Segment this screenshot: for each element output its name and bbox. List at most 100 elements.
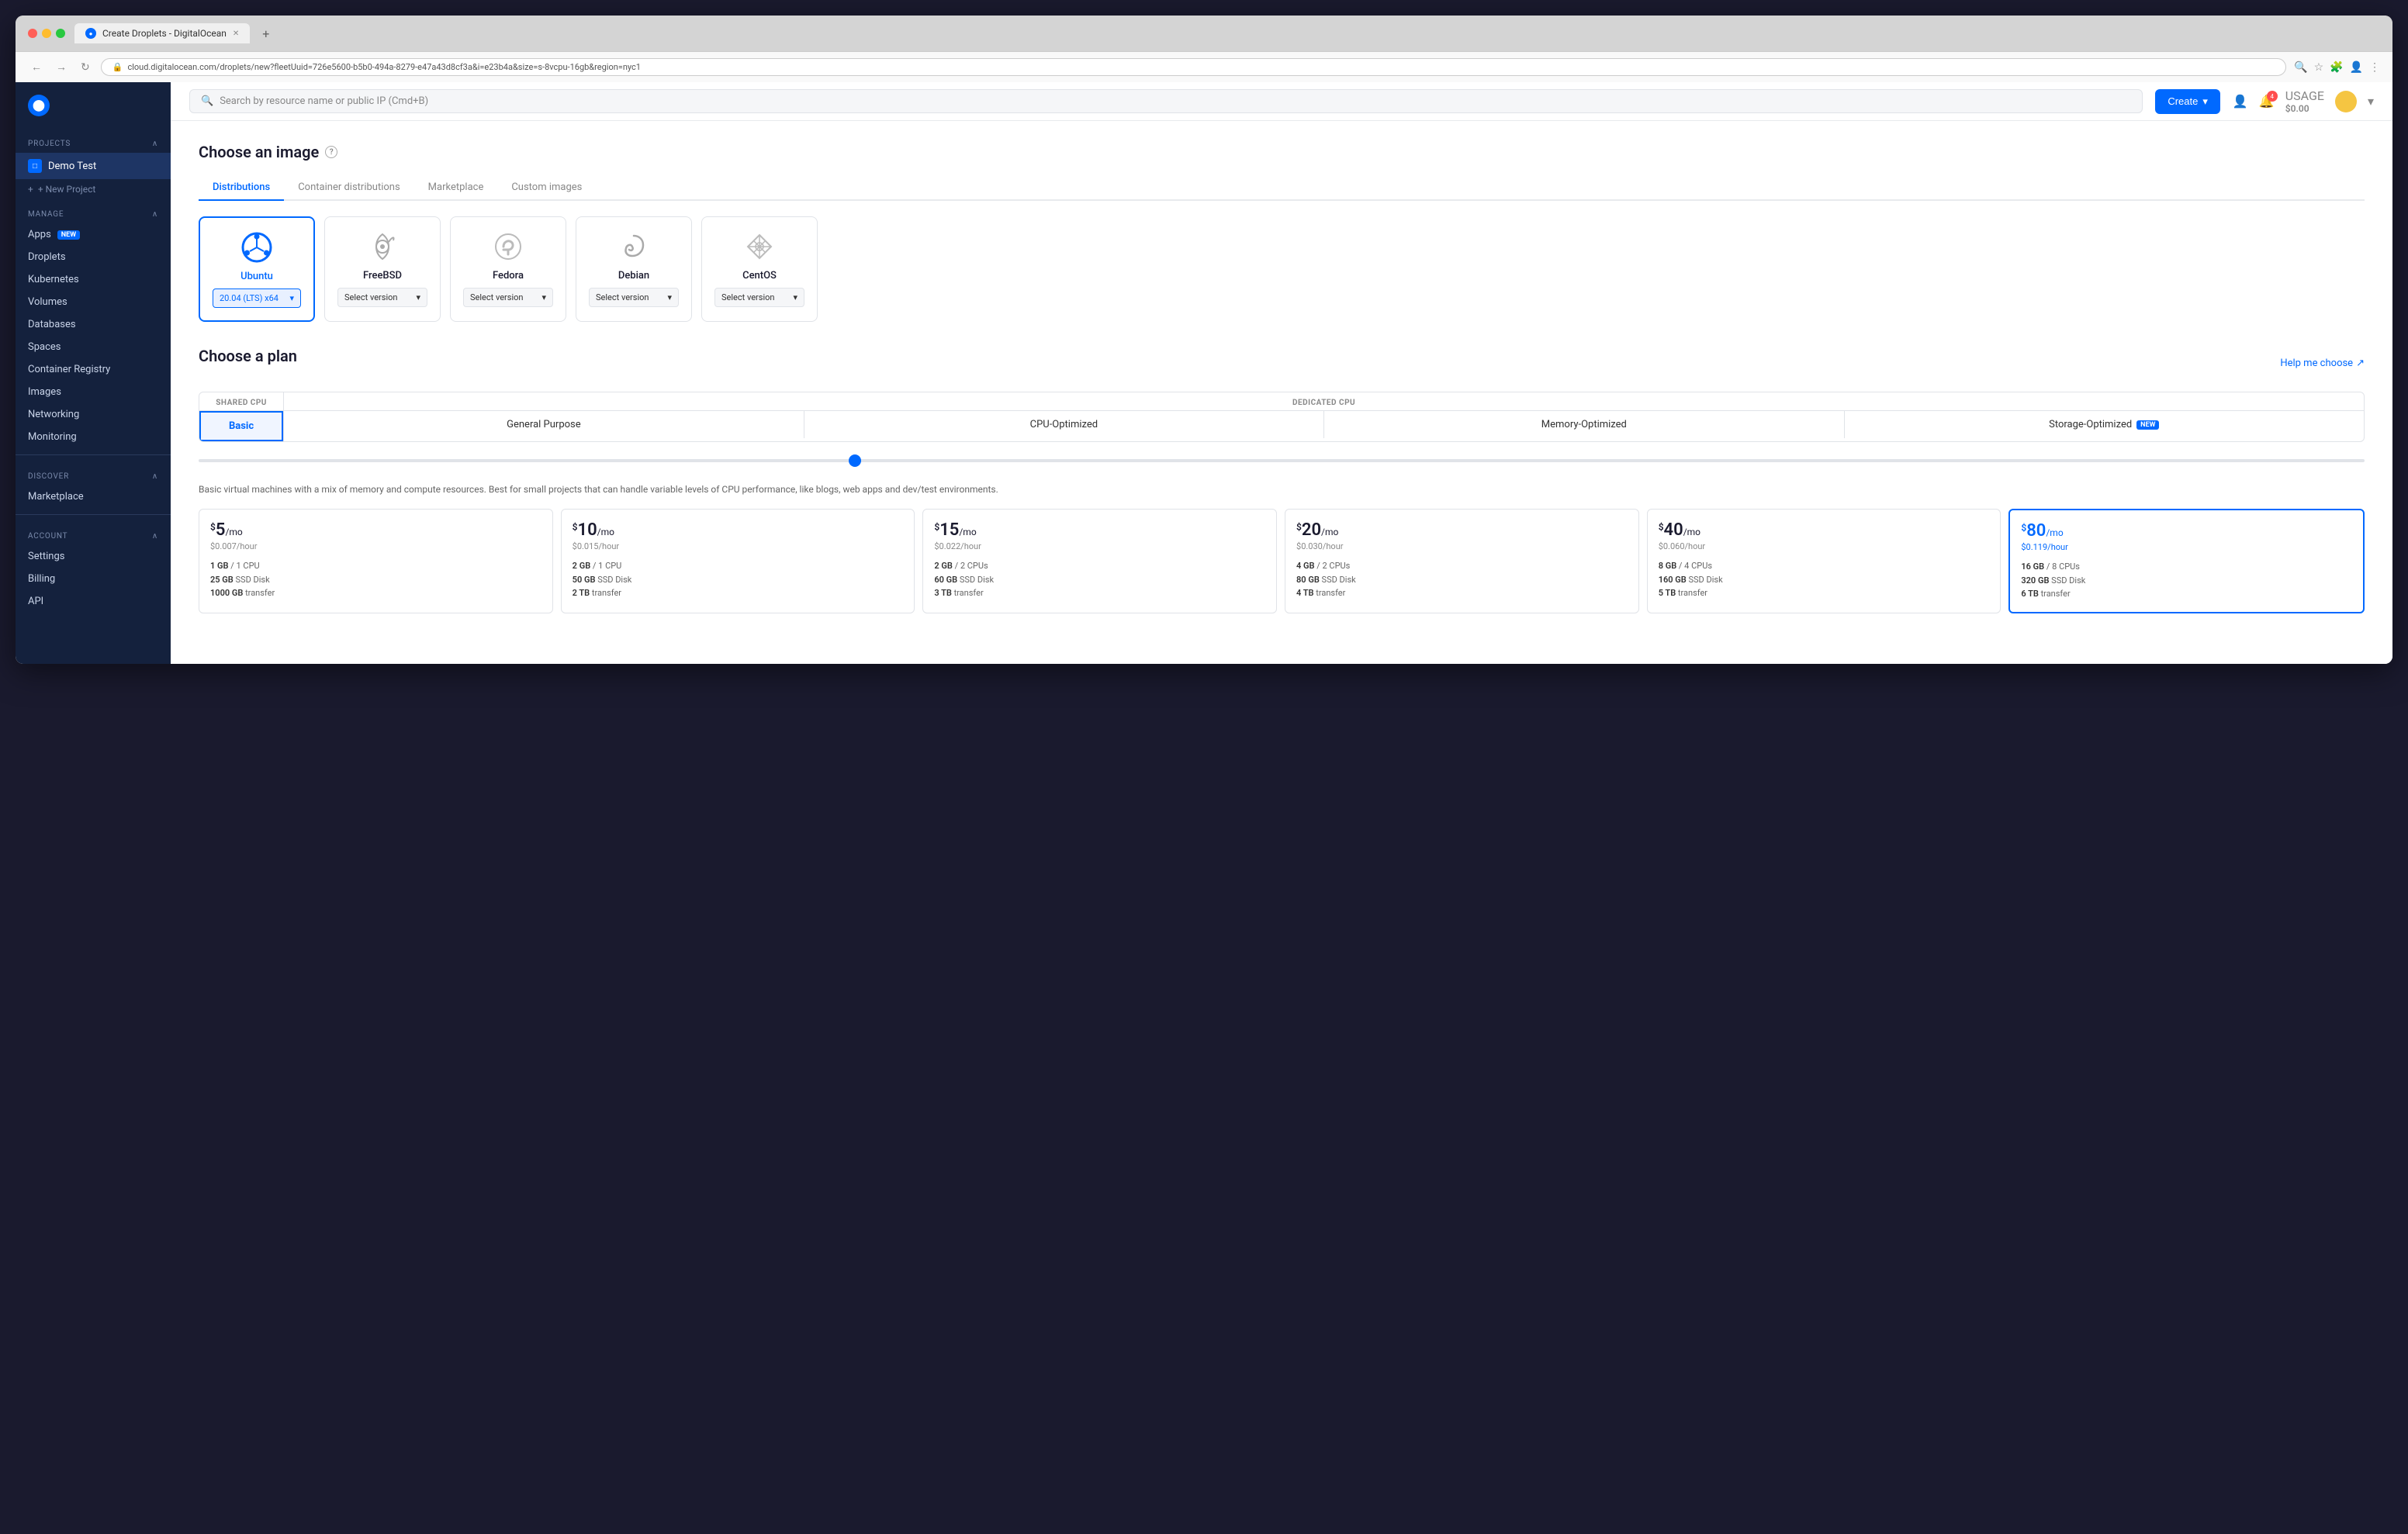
extensions-icon[interactable]: 🧩: [2330, 61, 2343, 74]
pricing-card-15[interactable]: $15/mo $0.022/hour 2 GB / 2 CPUs 60 GB S…: [922, 509, 1277, 613]
tab-marketplace[interactable]: Marketplace: [414, 175, 498, 201]
new-project-button[interactable]: + + New Project: [16, 179, 171, 199]
sidebar-item-kubernetes[interactable]: Kubernetes: [16, 268, 171, 291]
usage-display: USAGE $0.00: [2285, 88, 2324, 114]
sidebar-item-droplets[interactable]: Droplets: [16, 246, 171, 268]
projects-chevron-icon: ∧: [152, 140, 158, 148]
ubuntu-icon: [240, 230, 274, 264]
browser-window: ● Create Droplets - DigitalOcean ✕ + ← →…: [16, 16, 2392, 664]
sidebar-item-networking[interactable]: Networking: [16, 403, 171, 426]
search-icon[interactable]: 🔍: [2294, 61, 2307, 74]
sidebar: ⬤ PROJECTS ∧ □ Demo Test + + New Project…: [16, 82, 171, 664]
plan-slider-thumb[interactable]: [849, 454, 861, 467]
user-avatar[interactable]: [2335, 91, 2357, 112]
price-5-main: $5/mo: [210, 520, 541, 540]
user-menu-chevron-icon[interactable]: ▾: [2368, 94, 2374, 109]
distro-card-debian[interactable]: Debian Select version ▾: [576, 216, 692, 322]
price-40-hour: $0.060/hour: [1659, 541, 1990, 551]
sidebar-divider-2: [16, 514, 171, 515]
storage-optimized-new-badge: NEW: [2136, 420, 2159, 430]
sidebar-project-demo-test[interactable]: □ Demo Test: [16, 153, 171, 179]
choose-plan-title: Choose a plan: [199, 347, 297, 365]
address-field[interactable]: 🔒 cloud.digitalocean.com/droplets/new?fl…: [101, 58, 2286, 76]
shared-cpu-label: SHARED CPU: [199, 392, 283, 411]
price-80-main: $80/mo: [2021, 521, 2352, 541]
help-me-choose-link[interactable]: Help me choose ↗: [2280, 358, 2365, 369]
bookmark-icon[interactable]: ☆: [2314, 61, 2324, 74]
networking-label: Networking: [28, 409, 79, 420]
topbar: 🔍 Search by resource name or public IP (…: [171, 82, 2392, 121]
cpu-optimized-tab[interactable]: CPU-Optimized: [804, 411, 1324, 438]
sidebar-item-volumes[interactable]: Volumes: [16, 291, 171, 313]
pricing-card-20[interactable]: $20/mo $0.030/hour 4 GB / 2 CPUs 80 GB S…: [1285, 509, 1639, 613]
refresh-button[interactable]: ↻: [78, 60, 93, 75]
search-icon: 🔍: [201, 95, 213, 107]
basic-tab[interactable]: Basic: [199, 411, 283, 441]
distro-card-fedora[interactable]: Fedora Select version ▾: [450, 216, 566, 322]
fedora-version-chevron-icon: ▾: [541, 292, 546, 302]
search-placeholder: Search by resource name or public IP (Cm…: [220, 95, 428, 107]
price-10-hour: $0.015/hour: [573, 541, 904, 551]
sidebar-item-settings[interactable]: Settings: [16, 545, 171, 568]
fedora-version-select[interactable]: Select version ▾: [463, 288, 553, 307]
maximize-button[interactable]: [56, 29, 65, 38]
general-purpose-tab[interactable]: General Purpose: [284, 411, 804, 438]
sidebar-item-billing[interactable]: Billing: [16, 568, 171, 590]
traffic-lights: [28, 29, 65, 38]
support-icon[interactable]: 👤: [2233, 94, 2248, 109]
user-avatar-icon[interactable]: 👤: [2350, 61, 2363, 74]
notification-bell[interactable]: 🔔 4: [2259, 94, 2275, 109]
sidebar-item-api[interactable]: API: [16, 590, 171, 613]
sidebar-item-spaces[interactable]: Spaces: [16, 336, 171, 358]
browser-tab[interactable]: ● Create Droplets - DigitalOcean ✕: [74, 23, 250, 43]
pricing-card-10[interactable]: $10/mo $0.015/hour 2 GB / 1 CPU 50 GB SS…: [561, 509, 915, 613]
discover-chevron-icon: ∧: [152, 472, 158, 481]
create-label: Create: [2168, 95, 2198, 107]
tab-container-distributions[interactable]: Container distributions: [284, 175, 413, 201]
ubuntu-version-select[interactable]: 20.04 (LTS) x64 ▾: [213, 288, 301, 308]
search-bar[interactable]: 🔍 Search by resource name or public IP (…: [189, 89, 2143, 113]
centos-version-chevron-icon: ▾: [793, 292, 797, 302]
sidebar-item-images[interactable]: Images: [16, 381, 171, 403]
distro-card-ubuntu[interactable]: Ubuntu 20.04 (LTS) x64 ▾: [199, 216, 315, 322]
freebsd-version-select[interactable]: Select version ▾: [337, 288, 427, 307]
distro-card-freebsd[interactable]: FreeBSD Select version ▾: [324, 216, 441, 322]
pricing-card-40[interactable]: $40/mo $0.060/hour 8 GB / 4 CPUs 160 GB …: [1647, 509, 2001, 613]
tab-custom-images[interactable]: Custom images: [497, 175, 596, 201]
create-button[interactable]: Create ▾: [2155, 89, 2220, 114]
billing-label: Billing: [28, 573, 55, 585]
container-registry-label: Container Registry: [28, 364, 110, 375]
choose-image-help-icon[interactable]: ?: [325, 146, 337, 158]
close-button[interactable]: [28, 29, 37, 38]
sidebar-item-databases[interactable]: Databases: [16, 313, 171, 336]
price-10-main: $10/mo: [573, 520, 904, 540]
plan-type-tabs: SHARED CPU Basic DEDICATED CPU: [199, 392, 2365, 442]
tab-close-icon[interactable]: ✕: [233, 29, 239, 38]
storage-optimized-tab[interactable]: Storage-Optimized NEW: [1845, 411, 2364, 438]
price-15-hour: $0.022/hour: [934, 541, 1265, 551]
api-label: API: [28, 596, 43, 607]
debian-version-select[interactable]: Select version ▾: [589, 288, 679, 307]
back-button[interactable]: ←: [28, 59, 45, 75]
minimize-button[interactable]: [42, 29, 51, 38]
sidebar-item-container-registry[interactable]: Container Registry: [16, 358, 171, 381]
centos-version-select[interactable]: Select version ▾: [714, 288, 804, 307]
new-tab-button[interactable]: +: [259, 26, 272, 41]
settings-label: Settings: [28, 551, 64, 562]
distro-card-centos[interactable]: CentOS Select version ▾: [701, 216, 818, 322]
tab-distributions[interactable]: Distributions: [199, 175, 284, 201]
sidebar-item-marketplace[interactable]: Marketplace: [16, 485, 171, 508]
forward-button[interactable]: →: [53, 59, 70, 75]
freebsd-icon: [365, 230, 400, 264]
sidebar-item-apps[interactable]: Apps NEW: [16, 223, 171, 246]
browser-toolbar-right: 🔍 ☆ 🧩 👤 ⋮: [2294, 61, 2380, 74]
sidebar-item-monitoring[interactable]: Monitoring: [16, 426, 171, 448]
lock-icon: 🔒: [112, 62, 123, 72]
memory-optimized-tab[interactable]: Memory-Optimized: [1324, 411, 1844, 438]
pricing-card-5[interactable]: $5/mo $0.007/hour 1 GB / 1 CPU 25 GB SSD…: [199, 509, 553, 613]
pricing-card-80[interactable]: $80/mo $0.119/hour 16 GB / 8 CPUs 320 GB…: [2008, 509, 2365, 613]
menu-icon[interactable]: ⋮: [2369, 61, 2380, 74]
distro-cards: Ubuntu 20.04 (LTS) x64 ▾: [199, 216, 2365, 322]
plus-icon: +: [28, 184, 33, 195]
plan-header: Choose a plan Help me choose ↗: [199, 347, 2365, 379]
